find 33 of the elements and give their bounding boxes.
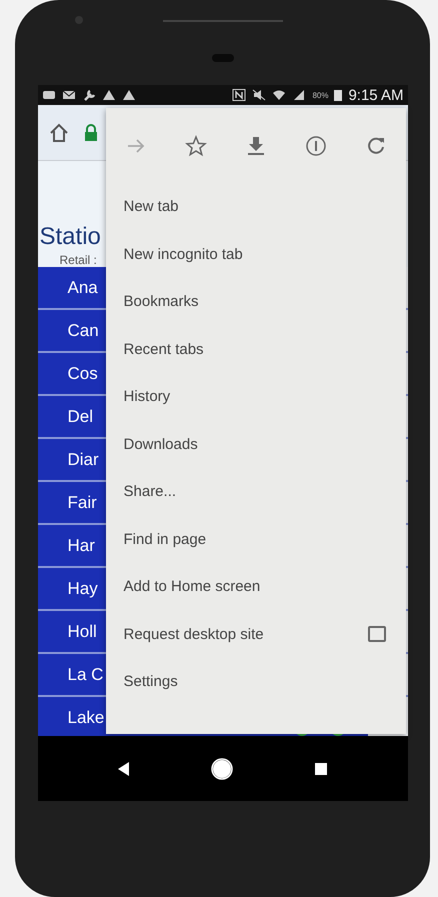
clock-time: 9:15 AM: [348, 86, 404, 104]
mute-icon: [252, 89, 266, 101]
menu-item[interactable]: Add to Home screen: [106, 563, 406, 610]
home-button-icon[interactable]: [211, 758, 234, 780]
back-icon[interactable]: [118, 762, 130, 776]
warning-icon: [122, 89, 136, 101]
lock-icon: [84, 124, 98, 142]
menu-item[interactable]: History: [106, 373, 406, 420]
warning-icon: [102, 89, 116, 101]
wrench-icon: [82, 89, 96, 101]
info-icon[interactable]: [304, 134, 326, 156]
battery-icon: [334, 89, 342, 101]
menu-item[interactable]: New tab: [106, 183, 406, 230]
page-title: Statio: [40, 223, 101, 251]
menu-item[interactable]: Settings: [106, 658, 406, 706]
checkbox[interactable]: [368, 626, 386, 642]
battery-percent: 80%: [312, 90, 328, 100]
menu-item[interactable]: Share...: [106, 468, 406, 516]
recents-icon[interactable]: [314, 762, 327, 774]
menu-item[interactable]: Request desktop site: [106, 610, 406, 658]
home-icon[interactable]: [48, 122, 70, 144]
nfc-icon: [232, 89, 246, 101]
page-subtitle: Retail :: [60, 253, 97, 267]
star-icon[interactable]: [184, 134, 206, 156]
menu-item[interactable]: New incognito tab: [106, 230, 406, 278]
menu-item[interactable]: Find in page: [106, 516, 406, 563]
message-icon: [42, 89, 56, 101]
signal-icon: [292, 89, 306, 101]
mail-icon: [62, 89, 76, 101]
wifi-icon: [272, 89, 286, 101]
menu-item[interactable]: Bookmarks: [106, 278, 406, 326]
menu-item[interactable]: Recent tabs: [106, 326, 406, 373]
menu-item[interactable]: Downloads: [106, 420, 406, 468]
